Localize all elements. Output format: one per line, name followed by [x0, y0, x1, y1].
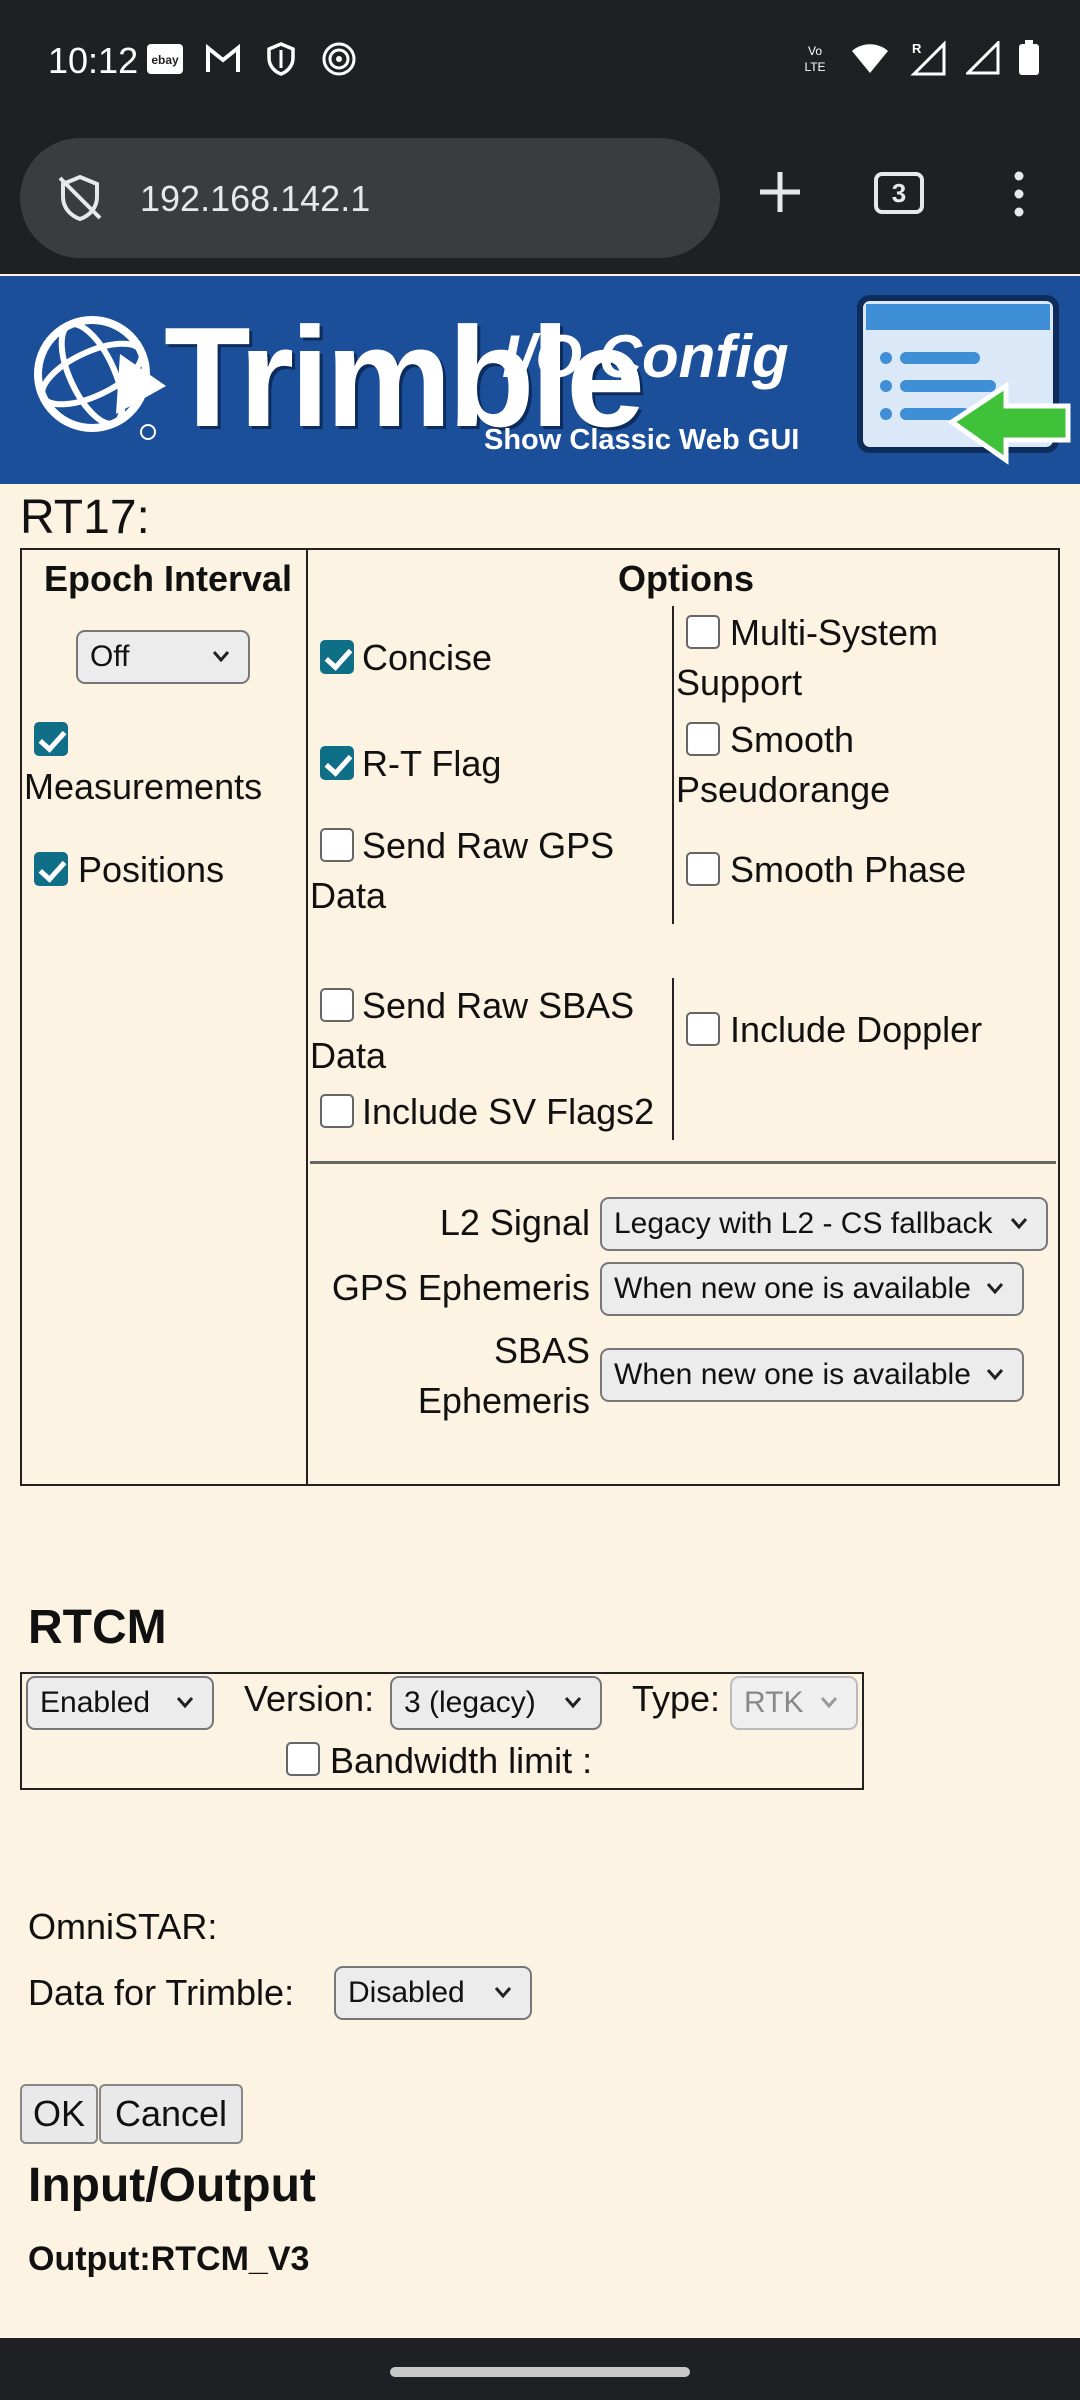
concise-checkbox[interactable]: [320, 640, 354, 674]
omnistar-data-select[interactable]: Disabled: [334, 1966, 532, 2020]
options-right-tick-1: [1058, 922, 1060, 976]
include-sv-flags2-checkbox[interactable]: [320, 1094, 354, 1128]
notification-icons: ebay: [146, 42, 358, 76]
rtcm-type-select: RTK: [730, 1676, 858, 1730]
cancel-button[interactable]: Cancel: [99, 2084, 243, 2144]
sbas-ephemeris-label-line2: Ephemeris: [417, 1380, 590, 1421]
chevron-down-icon: [212, 651, 230, 663]
chevron-down-icon: [986, 1369, 1004, 1381]
page-title: I/O Config: [502, 323, 789, 390]
sbas-ephemeris-label-line1: SBAS: [493, 1330, 590, 1371]
concise-label: Concise: [362, 637, 493, 678]
options-divider-2: [672, 978, 674, 1140]
smooth-phase-label: Smooth Phase: [730, 849, 967, 890]
smooth-phase-checkbox[interactable]: [686, 852, 720, 886]
chevron-down-icon: [986, 1283, 1004, 1295]
volte-icon: Vo LTE: [798, 41, 832, 80]
status-time: 10:12: [48, 40, 139, 81]
options-right-tick-2: [1058, 1084, 1060, 1140]
rtcm-version-value: 3 (legacy): [404, 1686, 536, 1719]
chevron-down-icon: [820, 1697, 838, 1709]
svg-text:R: R: [912, 41, 922, 56]
omnistar-data-value: Disabled: [348, 1976, 465, 2009]
wifi-icon: [850, 41, 890, 80]
chevron-down-icon: [494, 1987, 512, 1999]
rt-flag-checkbox[interactable]: [320, 746, 354, 780]
browser-toolbar: 192.168.142.1 3: [0, 124, 1080, 274]
new-tab-icon[interactable]: [752, 164, 808, 220]
l2-signal-value: Legacy with L2 - CS fallback: [614, 1207, 993, 1240]
epoch-interval-header: Epoch Interval: [44, 558, 293, 599]
address-bar[interactable]: 192.168.142.1: [20, 138, 720, 258]
include-sv-flags2-label: Include SV Flags2: [362, 1091, 655, 1132]
svg-text:ebay: ebay: [151, 53, 179, 67]
gmail-icon: [204, 42, 242, 76]
svg-text:Vo: Vo: [808, 44, 822, 58]
system-icons: Vo LTE R: [798, 39, 1040, 81]
more-menu-icon[interactable]: [1004, 164, 1034, 224]
ebay-icon: ebay: [146, 42, 184, 76]
send-raw-gps-label: Send Raw GPS Data: [310, 825, 615, 916]
gps-ephemeris-label: GPS Ephemeris: [331, 1267, 590, 1308]
tab-switcher-button[interactable]: 3: [874, 172, 924, 214]
rtcm-title: RTCM: [28, 1601, 167, 1654]
url-text[interactable]: 192.168.142.1: [140, 178, 370, 220]
output-value: Output:RTCM_V3: [28, 2240, 310, 2278]
input-output-title: Input/Output: [28, 2159, 316, 2212]
rt17-title: RT17:: [20, 491, 150, 544]
rtcm-enabled-value: Enabled: [40, 1686, 151, 1719]
l2-signal-select[interactable]: Legacy with L2 - CS fallback: [600, 1197, 1048, 1251]
include-doppler-label: Include Doppler: [730, 1009, 983, 1050]
home-gesture-handle[interactable]: [390, 2367, 690, 2377]
epoch-interval-value: Off: [90, 640, 130, 673]
send-raw-sbas-label: Send Raw SBAS Data: [310, 985, 635, 1076]
shield-icon: [262, 42, 300, 76]
epoch-interval-select[interactable]: Off: [76, 630, 250, 684]
bandwidth-limit-label: Bandwidth limit :: [330, 1740, 593, 1781]
gps-ephemeris-select[interactable]: When new one is available: [600, 1262, 1024, 1316]
omnistar-data-label: Data for Trimble:: [28, 1972, 295, 2013]
rtcm-version-select[interactable]: 3 (legacy): [390, 1676, 602, 1730]
signal-r-icon: R: [908, 40, 948, 81]
measurements-checkbox[interactable]: [34, 722, 68, 756]
signal-icon: [964, 39, 1000, 80]
sbas-ephemeris-value: When new one is available: [614, 1358, 971, 1391]
rtcm-type-label: Type:: [632, 1678, 721, 1719]
chevron-down-icon: [564, 1697, 582, 1709]
gps-ephemeris-value: When new one is available: [614, 1272, 971, 1305]
smooth-pseudorange-label: Smooth Pseudorange: [676, 719, 891, 810]
bandwidth-limit-checkbox[interactable]: [286, 1742, 320, 1776]
not-secure-icon[interactable]: [54, 172, 106, 229]
omnistar-title: OmniSTAR:: [28, 1906, 218, 1947]
options-separator: [310, 1161, 1056, 1164]
status-bar: 10:12 ebay Vo LTE R: [0, 0, 1080, 124]
fingerprint-icon: [320, 42, 358, 76]
svg-text:LTE: LTE: [804, 60, 825, 74]
chevron-down-icon: [176, 1697, 194, 1709]
multi-system-label: Multi-System Support: [676, 612, 939, 703]
show-classic-gui-link[interactable]: Show Classic Web GUI: [484, 424, 799, 457]
rtcm-version-label: Version:: [244, 1678, 375, 1719]
l2-signal-label: L2 Signal: [439, 1202, 590, 1243]
rtcm-enabled-select[interactable]: Enabled: [26, 1676, 214, 1730]
sbas-ephemeris-select[interactable]: When new one is available: [600, 1348, 1024, 1402]
battery-icon: [1018, 40, 1040, 81]
options-header: Options: [618, 558, 754, 599]
trimble-globe-logo: [30, 304, 170, 459]
chevron-down-icon: [1010, 1218, 1028, 1230]
rt-flag-label: R-T Flag: [362, 743, 502, 784]
rtcm-type-value: RTK: [744, 1686, 804, 1719]
positions-label: Positions: [78, 849, 225, 890]
ok-button[interactable]: OK: [20, 2084, 98, 2144]
include-doppler-checkbox[interactable]: [686, 1012, 720, 1046]
rt17-column-divider: [306, 548, 308, 1486]
config-list-arrow-icon: [856, 294, 1076, 484]
trimble-banner: Trimble I/O Config Show Classic Web GUI: [0, 276, 1080, 484]
options-divider-1: [672, 606, 674, 924]
measurements-label: Measurements: [24, 766, 263, 807]
positions-checkbox[interactable]: [34, 852, 68, 886]
